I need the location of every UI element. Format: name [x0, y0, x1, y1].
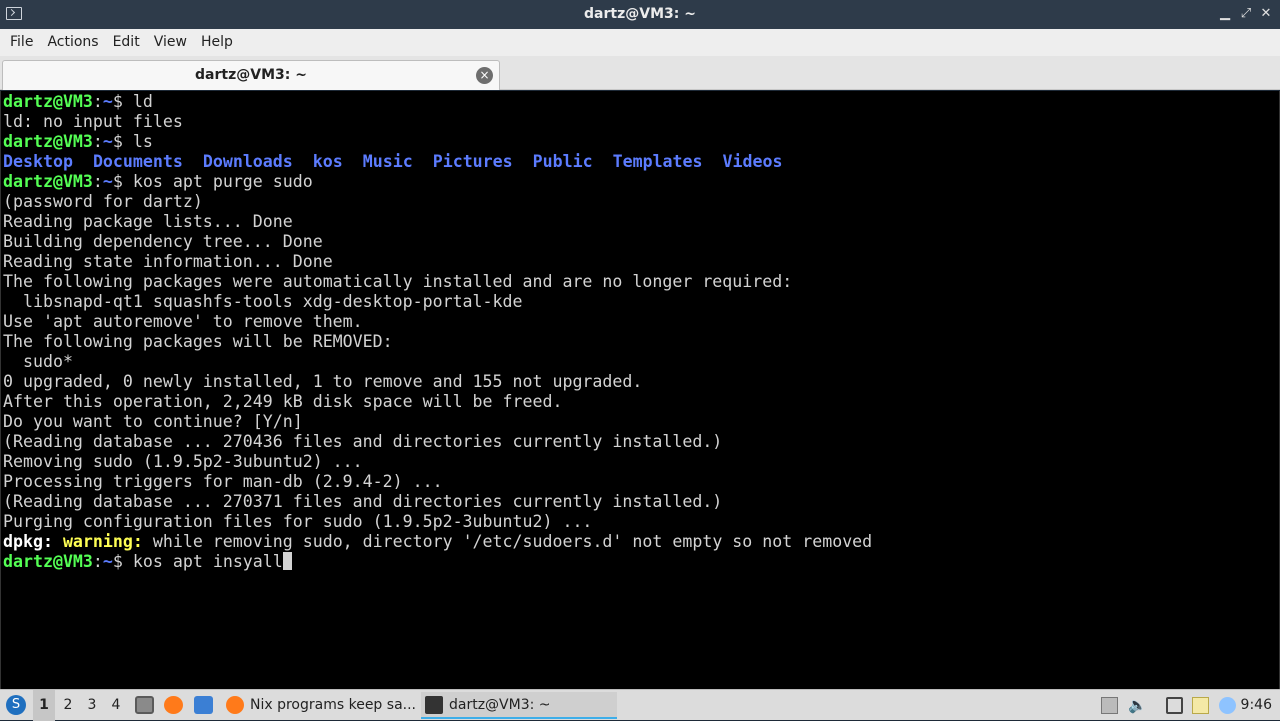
terminal-area[interactable]: dartz@VM3:~$ ld ld: no input files dartz…	[0, 91, 1280, 689]
menu-view[interactable]: View	[147, 29, 194, 56]
desktop-2-button[interactable]: 2	[57, 690, 79, 721]
terminal-line: (Reading database ... 270436 files and d…	[3, 432, 723, 451]
terminal-line: Use 'apt autoremove' to remove them.	[3, 312, 363, 331]
command-text: kos apt purge sudo	[122, 172, 313, 191]
dir-entry: Pictures	[432, 152, 513, 171]
command-input[interactable]: kos apt insyall	[123, 552, 283, 571]
volume-icon[interactable]: 🔈	[1128, 697, 1147, 714]
terminal-line: dartz@VM3:~$ kos apt purge sudo	[1, 172, 1279, 192]
terminal-line: Reading state information... Done	[3, 252, 333, 271]
menu-bar: File Actions Edit View Help	[0, 29, 1280, 56]
notes-icon[interactable]	[1192, 697, 1209, 714]
menu-actions[interactable]: Actions	[40, 29, 105, 56]
terminal-line: Building dependency tree... Done	[3, 232, 323, 251]
prompt-sep: :	[92, 552, 103, 571]
dir-entry: Music	[362, 152, 413, 171]
task-label: Nix programs keep sa...	[250, 697, 416, 713]
taskbar: S 1 2 3 4 Nix programs keep sa... dartz@…	[0, 689, 1280, 721]
dir-entry: Downloads	[202, 152, 293, 171]
dir-entry: kos	[312, 152, 343, 171]
prompt-symbol: $	[112, 92, 123, 111]
prompt-sep: :	[92, 92, 103, 111]
task-terminal[interactable]: dartz@VM3: ~	[421, 692, 617, 719]
terminal-line: ld: no input files	[3, 112, 183, 131]
terminal-line: Reading package lists... Done	[3, 212, 293, 231]
ls-output-line: Desktop Documents Downloads kos Music Picture…	[1, 152, 1279, 172]
dir-entry: Public	[532, 152, 593, 171]
prompt-path: ~	[102, 552, 113, 571]
menu-edit[interactable]: Edit	[106, 29, 147, 56]
terminal-line: Removing sudo (1.9.5p2-3ubuntu2) ...	[3, 452, 363, 471]
prompt-path: ~	[102, 172, 113, 191]
dir-entry: Desktop	[3, 152, 73, 171]
command-text: ls	[122, 132, 153, 151]
terminal-line: The following packages were automaticall…	[3, 272, 793, 291]
window-titlebar[interactable]: dartz@VM3: ~ ▁ ⤢ ✕	[0, 0, 1280, 29]
terminal-line: After this operation, 2,249 kB disk spac…	[3, 392, 563, 411]
network-icon[interactable]	[1166, 697, 1183, 714]
firefox-icon[interactable]	[164, 696, 183, 714]
maximize-button[interactable]: ⤢	[1237, 5, 1255, 23]
terminal-line: Purging configuration files for sudo (1.…	[3, 512, 593, 531]
tab-label: dartz@VM3: ~	[195, 67, 307, 83]
terminal-line: Do you want to continue? [Y/n]	[3, 412, 303, 431]
menu-help[interactable]: Help	[194, 29, 240, 56]
prompt-symbol: $	[112, 172, 123, 191]
prompt-user: dartz@VM3	[3, 552, 93, 571]
firefox-icon	[226, 696, 244, 714]
close-button[interactable]: ✕	[1257, 5, 1275, 23]
terminal-line: The following packages will be REMOVED:	[3, 332, 393, 351]
prompt-user: dartz@VM3	[3, 172, 93, 191]
updates-icon[interactable]	[1219, 697, 1236, 714]
task-label: dartz@VM3: ~	[449, 697, 551, 713]
prompt-path: ~	[102, 92, 113, 111]
terminal-line: sudo*	[3, 352, 73, 371]
prompt-path: ~	[102, 132, 113, 151]
warning-label: warning:	[52, 532, 143, 551]
dir-entry: Documents	[92, 152, 183, 171]
terminal-line: Processing triggers for man-db (2.9.4-2)…	[3, 472, 443, 491]
terminal-line: (password for dartz)	[3, 192, 203, 211]
terminal-line: dartz@VM3:~$ ls	[1, 132, 1279, 152]
terminal-line: libsnapd-qt1 squashfs-tools xdg-desktop-…	[3, 292, 523, 311]
text-cursor	[282, 552, 292, 570]
tab-close-icon[interactable]: ×	[476, 67, 493, 84]
terminal-line: 0 upgraded, 0 newly installed, 1 to remo…	[3, 372, 643, 391]
prompt-symbol: $	[112, 132, 123, 151]
warning-prefix: dpkg:	[3, 532, 53, 551]
menu-file[interactable]: File	[3, 29, 40, 56]
file-manager-icon[interactable]	[135, 696, 154, 714]
desktop-4-button[interactable]: 4	[105, 690, 127, 721]
minimize-button[interactable]: ▁	[1216, 5, 1234, 23]
terminal-line: dartz@VM3:~$ kos apt insyall	[1, 552, 1279, 572]
command-text: ld	[122, 92, 153, 111]
task-browser[interactable]: Nix programs keep sa...	[222, 692, 418, 719]
desktop-3-button[interactable]: 3	[81, 690, 103, 721]
desktop-1-button[interactable]: 1	[33, 690, 55, 721]
terminal-line: (Reading database ... 270371 files and d…	[3, 492, 723, 511]
prompt-sep: :	[92, 132, 103, 151]
dir-entry: Templates	[612, 152, 703, 171]
prompt-symbol: $	[112, 552, 123, 571]
prompt-user: dartz@VM3	[3, 132, 93, 151]
warning-line: dpkg: warning: while removing sudo, dire…	[1, 532, 1279, 552]
warning-text: while removing sudo, directory '/etc/sud…	[142, 532, 873, 551]
app-menu-icon[interactable]: S	[6, 695, 26, 715]
window-title: dartz@VM3: ~	[584, 6, 696, 22]
terminal-tab[interactable]: dartz@VM3: ~ ×	[2, 60, 500, 90]
dir-entry: Videos	[722, 152, 783, 171]
terminal-icon	[425, 696, 443, 714]
show-desktop-icon[interactable]	[194, 696, 213, 714]
prompt-sep: :	[92, 172, 103, 191]
terminal-line: dartz@VM3:~$ ld	[1, 92, 1279, 112]
clock[interactable]: 9:46	[1241, 690, 1272, 721]
clipboard-icon[interactable]	[1101, 697, 1118, 714]
tab-bar: dartz@VM3: ~ ×	[0, 56, 1280, 90]
prompt-user: dartz@VM3	[3, 92, 93, 111]
